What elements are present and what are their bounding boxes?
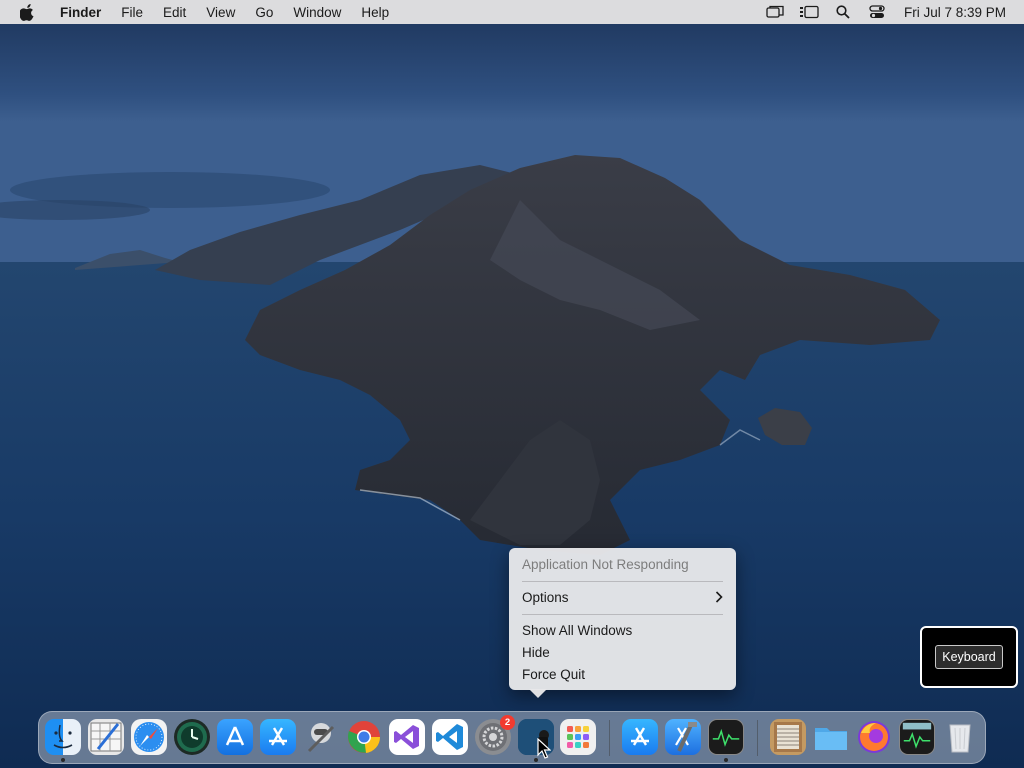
archive-utility-icon[interactable]	[770, 719, 806, 755]
screen-mirroring-icon[interactable]	[762, 2, 788, 22]
menu-separator	[522, 614, 723, 615]
dock-separator	[757, 720, 758, 756]
menu-item-hide[interactable]: Hide	[509, 642, 736, 664]
activity-monitor-icon[interactable]	[708, 719, 744, 755]
stage-manager-icon[interactable]	[796, 2, 822, 22]
chrome-icon[interactable]	[346, 719, 382, 755]
vscode-icon[interactable]	[432, 719, 468, 755]
menubar-clock[interactable]: Fri Jul 7 8:39 PM	[904, 5, 1006, 20]
menu-file[interactable]: File	[111, 0, 153, 24]
menu-item-options[interactable]: Options	[509, 587, 736, 609]
menu-view[interactable]: View	[196, 0, 245, 24]
testflight-icon[interactable]	[217, 719, 253, 755]
running-indicator	[61, 758, 65, 762]
dock-context-menu: Application Not Responding Options Show …	[509, 548, 736, 698]
app-store-icon[interactable]	[622, 719, 658, 755]
safari-icon[interactable]	[131, 719, 167, 755]
xcode-icon[interactable]	[665, 719, 701, 755]
trash-icon[interactable]	[942, 719, 978, 755]
activity-monitor-icon[interactable]	[899, 719, 935, 755]
menu-header-app-not-responding: Application Not Responding	[522, 557, 689, 572]
menu-item-force-quit[interactable]: Force Quit	[509, 664, 736, 686]
menu-go[interactable]: Go	[245, 0, 283, 24]
menu-separator	[522, 581, 723, 582]
script-editor-icon[interactable]	[88, 719, 124, 755]
launchpad-icon[interactable]	[560, 719, 596, 755]
menu-help[interactable]: Help	[351, 0, 399, 24]
dock: 2	[38, 711, 986, 764]
running-indicator	[724, 758, 728, 762]
notification-badge: 2	[500, 715, 515, 730]
menu-edit[interactable]: Edit	[153, 0, 196, 24]
keyboard-overlay: Keyboard	[920, 626, 1018, 688]
time-machine-icon[interactable]	[174, 719, 210, 755]
automator-icon[interactable]	[303, 719, 339, 755]
control-center-icon[interactable]	[864, 2, 890, 22]
app-store-icon[interactable]	[260, 719, 296, 755]
mouse-cursor-icon	[537, 737, 552, 765]
menu-window[interactable]: Window	[283, 0, 351, 24]
finder-icon[interactable]	[45, 719, 81, 755]
menu-bar: Finder File Edit View Go Window Help Fri…	[0, 0, 1024, 24]
menu-pointer-arrow	[529, 689, 547, 698]
keyboard-key-label: Keyboard	[935, 644, 1003, 670]
apple-menu-icon[interactable]	[18, 3, 36, 21]
folder-icon[interactable]	[813, 719, 849, 755]
firefox-icon[interactable]	[856, 719, 892, 755]
spotlight-search-icon[interactable]	[830, 2, 856, 22]
menu-item-options-label: Options	[522, 590, 569, 605]
dock-separator	[609, 720, 610, 756]
menu-app-finder[interactable]: Finder	[52, 0, 111, 24]
chevron-right-icon	[715, 587, 723, 609]
menu-item-show-all-windows[interactable]: Show All Windows	[509, 620, 736, 642]
visual-studio-icon[interactable]	[389, 719, 425, 755]
